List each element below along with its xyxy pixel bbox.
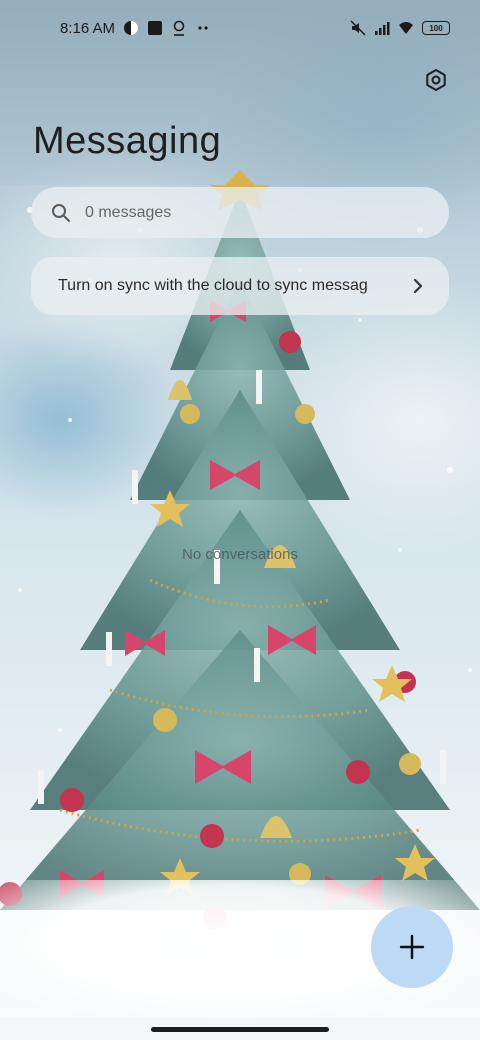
home-indicator[interactable]: [151, 1027, 329, 1032]
search-input[interactable]: [83, 202, 407, 223]
app-square-icon: [148, 21, 163, 35]
status-left: 8:16 AM: [60, 20, 211, 37]
search-icon: [52, 203, 70, 222]
vpn-key-icon: [124, 21, 139, 35]
cloud-sync-banner[interactable]: Turn on sync with the cloud to sync mess…: [31, 257, 449, 315]
new-conversation-button[interactable]: [371, 906, 453, 988]
page-title: Messaging: [33, 120, 222, 162]
search-bar[interactable]: [31, 187, 449, 238]
sync-banner-text: Turn on sync with the cloud to sync mess…: [58, 277, 368, 294]
more-dots-icon: [198, 26, 208, 30]
settings-button[interactable]: [418, 62, 454, 98]
status-right: 100: [350, 20, 450, 36]
status-time: 8:16 AM: [60, 19, 116, 37]
plus-icon: [399, 934, 425, 960]
battery-icon: 100: [422, 21, 450, 35]
signal-icon: [375, 22, 390, 35]
wifi-icon: [399, 22, 413, 34]
status-bar: 8:16 AM 100: [0, 0, 480, 56]
mute-vibrate-icon: [350, 20, 366, 36]
empty-state-text: No conversations: [182, 546, 298, 563]
notification-icon: [173, 20, 185, 36]
chevron-right-icon: [413, 278, 423, 294]
settings-gear-icon: [426, 69, 446, 91]
sync-banner-text-wrap: Turn on sync with the cloud to sync mess…: [58, 277, 411, 295]
